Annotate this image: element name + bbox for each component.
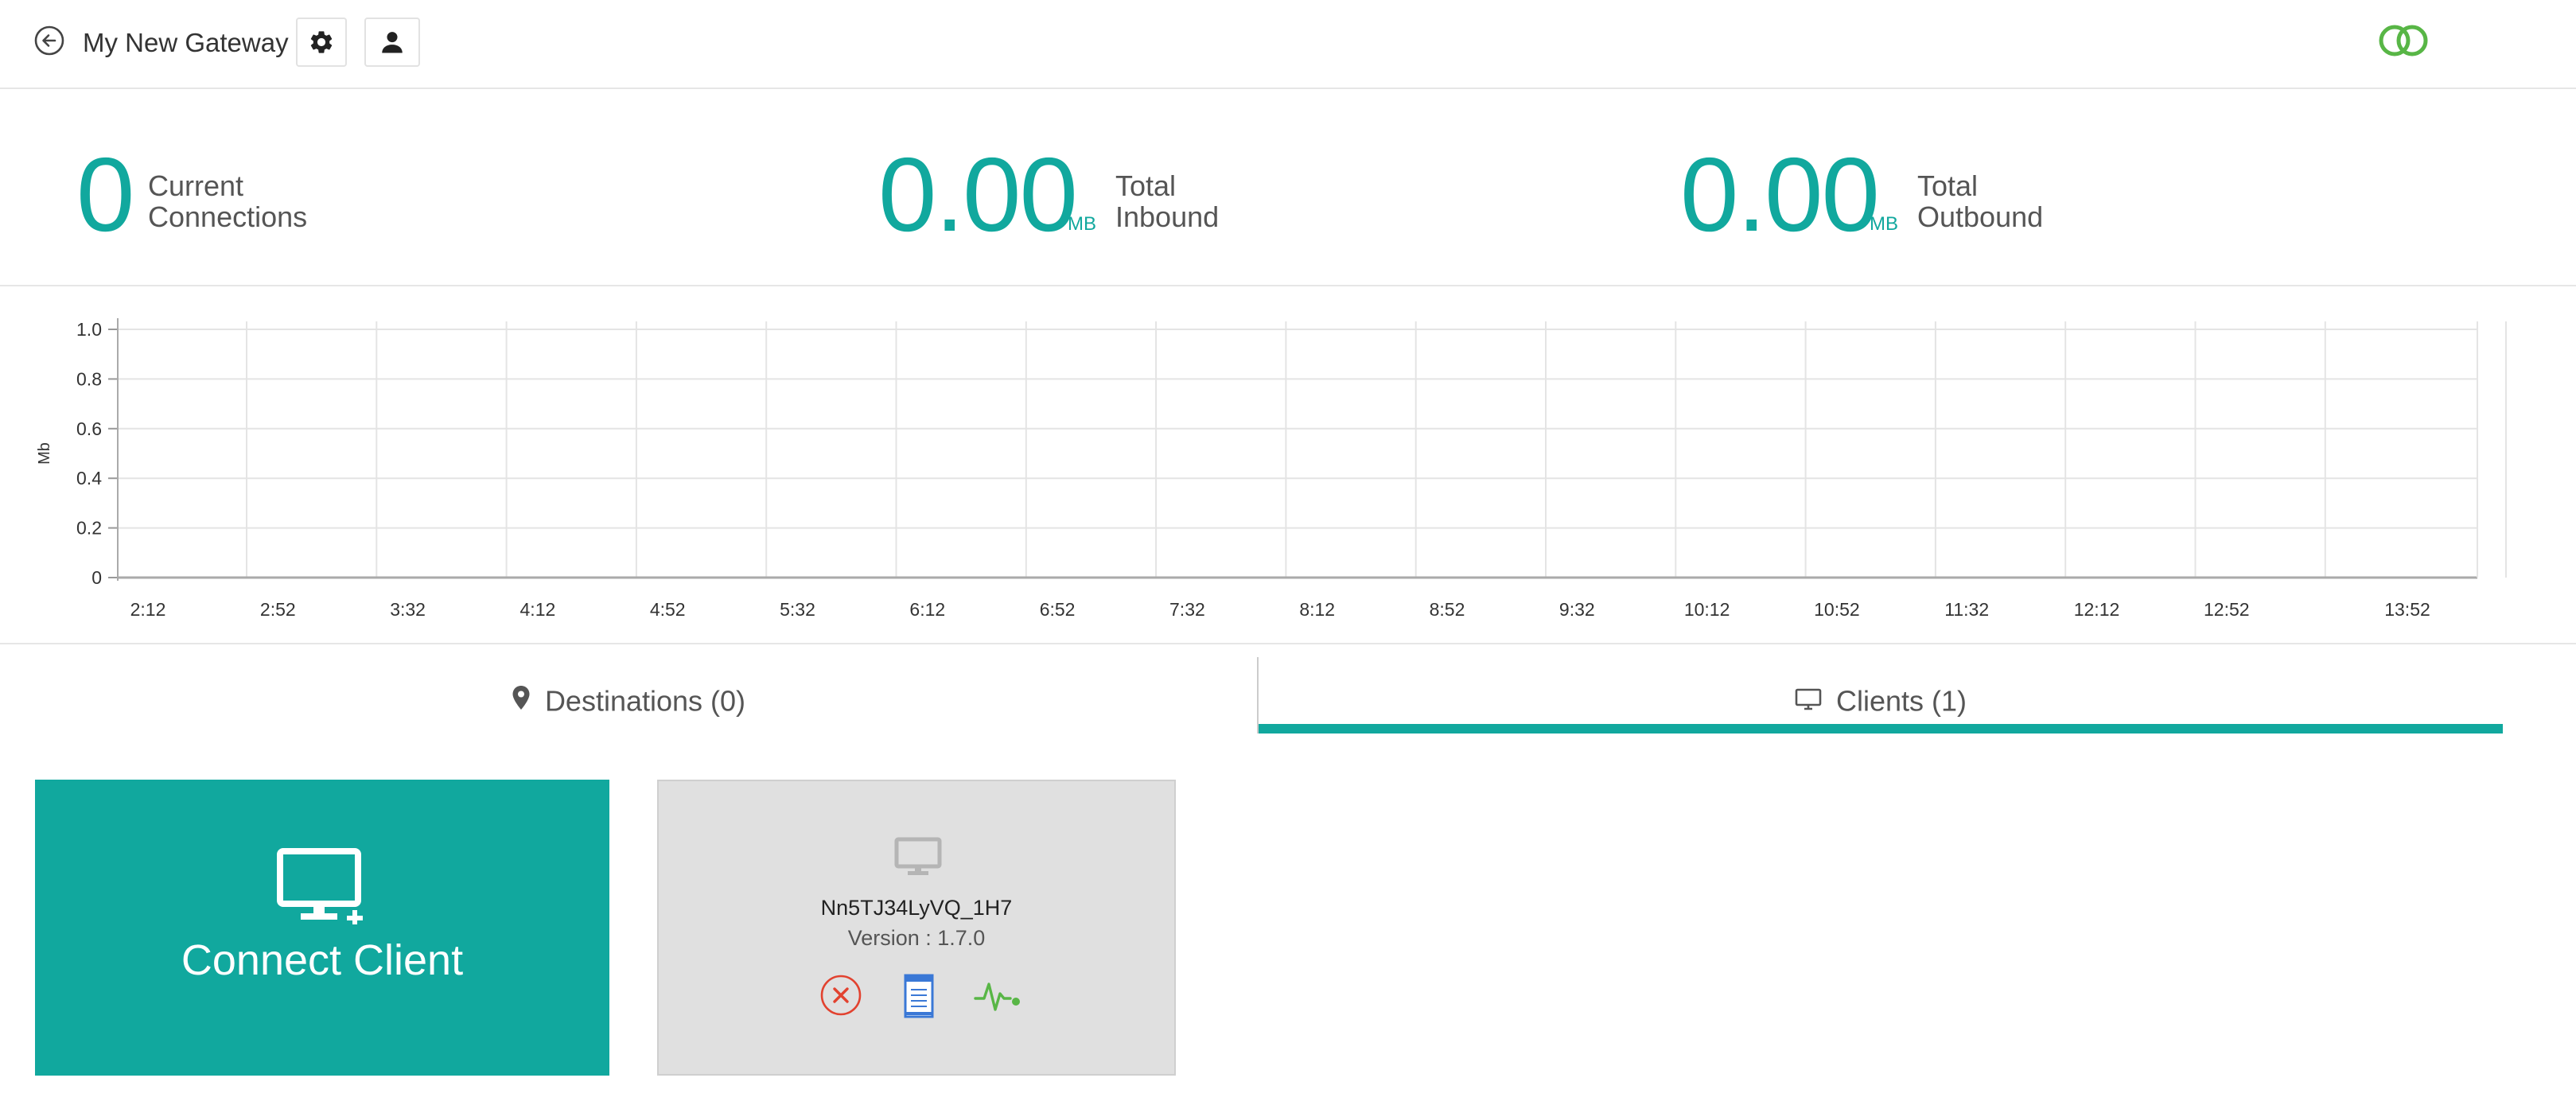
linked-rings-logo-icon [2376,22,2431,59]
connect-client-button[interactable]: Connect Client [35,780,609,1076]
stat-label-line2: Outbound [1917,200,2044,233]
y-tick-label: 0 [91,567,102,588]
stat-label-line2: Connections [148,200,308,233]
y-tick-label: 0.4 [76,468,102,488]
x-tick-label: 5:32 [780,599,815,620]
stat-unit: MB [1068,213,1096,235]
stat-label-line1: Total [1115,169,1177,202]
y-axis-label: Mb [36,442,53,465]
x-tick-label: 6:12 [909,599,945,620]
stat-value: 0.00 [1680,136,1880,253]
monitor-add-icon [277,848,363,924]
x-tick-label: 9:32 [1559,599,1595,620]
monitor-icon [1795,684,1822,718]
gear-icon [310,31,333,53]
connect-client-label: Connect Client [181,936,464,984]
x-tick-label: 4:12 [520,599,556,620]
user-button[interactable] [364,18,420,67]
stat-label-line1: Current [148,169,244,202]
stat-label-line2: Inbound [1115,200,1220,233]
client-monitor-icon [894,837,942,875]
x-tick-label: 8:52 [1430,599,1465,620]
y-tick-label: 0.8 [76,368,102,389]
top-bar: My New Gateway [0,0,2576,89]
x-tick-label: 10:52 [1814,599,1860,620]
pulse-monitor-icon[interactable] [974,974,1023,1021]
x-tick-label: 6:52 [1040,599,1076,620]
stat-value: 0.00 [878,136,1078,253]
settings-button[interactable] [296,18,347,67]
tab-bar: Destinations (0) Clients (1) [0,657,2576,733]
log-document-icon[interactable] [904,974,934,1022]
remove-circle-icon[interactable] [819,974,862,1021]
back-arrow-icon[interactable] [33,25,65,56]
y-tick-label: 0.6 [76,418,102,439]
tab-destinations-label: Destinations (0) [544,684,746,718]
tab-destinations[interactable]: Destinations (0) [0,657,1257,733]
traffic-chart-svg: 1.0 0.8 0.6 0.4 0.2 0 2:12 2:52 3:32 4:12 4:52 5:32… [36,318,2507,620]
stat-value: 0 [76,136,134,253]
stat-unit: MB [1870,213,1898,235]
x-tick-label: 8:12 [1299,599,1335,620]
stat-label-line1: Total [1917,169,1979,202]
x-tick-label: 2:12 [130,599,166,620]
x-tick-label: 7:32 [1169,599,1205,620]
stats-panel: 0 Current Connections 0.00 MB Total Inbo… [0,89,2576,286]
x-tick-label: 12:12 [2074,599,2120,620]
y-tick-label: 0.2 [76,518,102,539]
gateway-name: My New Gateway [83,28,289,57]
map-pin-icon [512,684,531,718]
x-tick-label: 3:32 [390,599,426,620]
client-version: Version : 1.7.0 [847,926,986,950]
tab-clients-label: Clients (1) [1835,684,1967,718]
tab-clients[interactable]: Clients (1) [1257,657,2503,733]
x-tick-label: 12:52 [2204,599,2250,620]
x-tick-label: 10:12 [1684,599,1730,620]
x-tick-label: 11:32 [1944,599,1989,620]
active-tab-indicator [1259,724,2503,733]
client-card[interactable]: Nn5TJ34LyVQ_1H7 Version : 1.7.0 [657,780,1176,1076]
client-name: Nn5TJ34LyVQ_1H7 [820,896,1013,920]
traffic-chart: 1.0 0.8 0.6 0.4 0.2 0 2:12 2:52 3:32 4:12 4:52 5:32… [0,288,2576,644]
y-tick-label: 1.0 [76,319,102,340]
x-tick-label: 13:52 [2384,599,2430,620]
x-tick-label: 2:52 [260,599,296,620]
x-tick-label: 4:52 [650,599,686,620]
user-icon [382,32,403,53]
